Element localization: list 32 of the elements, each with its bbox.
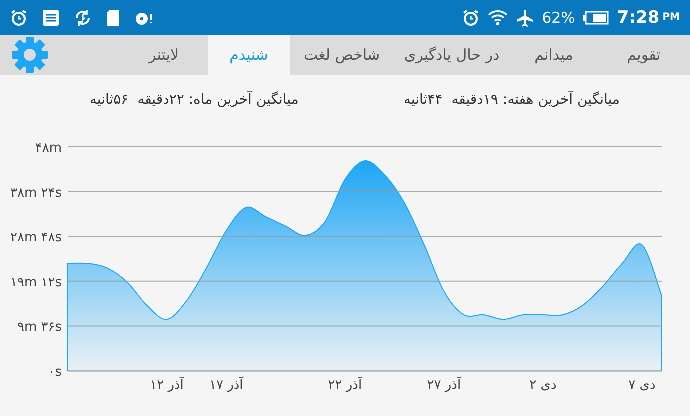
axis-label: ۹m ۳۶s xyxy=(17,320,62,336)
airplane-icon xyxy=(516,8,534,26)
settings-icon[interactable] xyxy=(10,35,50,75)
notes-icon xyxy=(42,8,60,26)
axis-label: ۲۸m ۴۸s xyxy=(10,230,62,246)
wifi-icon xyxy=(488,8,508,26)
tab[interactable]: میدانم xyxy=(510,35,598,75)
tab[interactable]: شاخص لغت xyxy=(290,35,394,75)
tab[interactable]: لایتنر xyxy=(120,35,208,75)
axis-label: ۱۲ آذر xyxy=(150,378,184,393)
clock-time: 7:28 xyxy=(617,8,660,28)
axis-label: ۱۹m ۱۲s xyxy=(10,275,62,290)
sync-icon xyxy=(74,8,92,26)
battery-percent: 62% xyxy=(542,8,576,26)
axis-label: ۰s xyxy=(48,365,62,380)
tab[interactable]: در حال یادگیری xyxy=(394,35,510,75)
battery-icon xyxy=(583,10,610,24)
axis-label: ۴۸m xyxy=(35,141,62,156)
axis-label: ۳۸m ۲۴s xyxy=(10,186,62,201)
alarm-icon xyxy=(10,8,28,26)
axis-label: ۷ دی xyxy=(628,378,656,393)
sd-card-icon xyxy=(106,8,120,26)
clock-ampm: PM xyxy=(662,12,680,23)
axis-label: ۱۷ آذر xyxy=(210,378,244,393)
tab[interactable]: تقویم xyxy=(598,35,690,75)
axis-label: ۲ دی xyxy=(530,378,557,393)
axis-label: ۲۲ آذر xyxy=(328,378,362,393)
average-text: میانگین آخرین ماه: ۲۲دقیقه ۵۶ثانیه xyxy=(90,92,299,108)
axis-label: ۲۷ آذر xyxy=(427,378,462,393)
alarm-icon xyxy=(462,8,480,26)
tab[interactable]: شنیدم xyxy=(208,35,290,75)
average-text: میانگین آخرین هفته: ۱۹دقیقه ۴۴ثانیه xyxy=(404,92,620,108)
